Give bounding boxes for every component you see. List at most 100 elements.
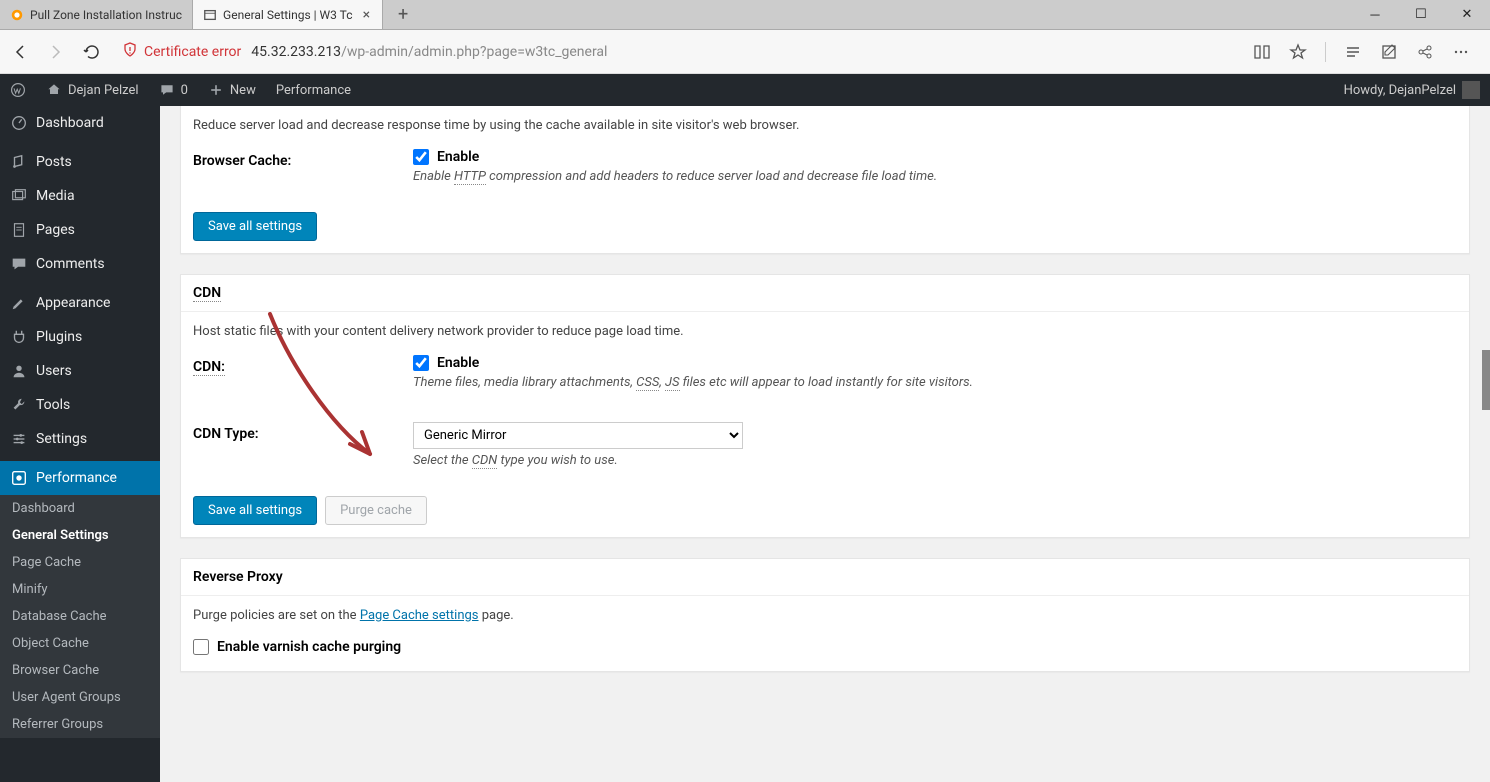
submenu-page-cache[interactable]: Page Cache: [0, 549, 160, 576]
sidebar-item-performance[interactable]: Performance: [0, 461, 160, 495]
purge-cache-button: Purge cache: [325, 496, 427, 525]
certificate-error[interactable]: Certificate error: [122, 42, 241, 62]
submenu-general-settings[interactable]: General Settings: [0, 522, 160, 549]
window-controls: ─ ☐ ✕: [1352, 0, 1490, 29]
varnish-enable[interactable]: Enable varnish cache purging: [193, 639, 1457, 655]
browser-tab-2[interactable]: General Settings | W3 Tc ×: [193, 0, 383, 29]
sidebar-item-plugins[interactable]: Plugins: [0, 320, 160, 354]
url-display[interactable]: 45.32.233.213/wp-admin/admin.php?page=w3…: [251, 44, 1253, 60]
browser-cache-checkbox[interactable]: [413, 149, 429, 165]
hub-icon[interactable]: [1344, 43, 1362, 61]
submenu-browser-cache[interactable]: Browser Cache: [0, 657, 160, 684]
browser-cache-enable[interactable]: Enable: [413, 149, 1457, 165]
submenu-user-agent-groups[interactable]: User Agent Groups: [0, 684, 160, 711]
close-icon[interactable]: ×: [361, 7, 372, 23]
submenu-referrer-groups[interactable]: Referrer Groups: [0, 711, 160, 738]
more-icon[interactable]: [1452, 43, 1470, 61]
submenu-minify[interactable]: Minify: [0, 576, 160, 603]
browser-cache-help: Enable HTTP compression and add headers …: [413, 169, 1457, 184]
sidebar-label: Media: [36, 188, 75, 204]
cdn-type-help: Select the CDN type you wish to use.: [413, 453, 1457, 468]
comments-count[interactable]: 0: [149, 74, 198, 106]
refresh-button[interactable]: [82, 42, 102, 62]
performance-label: Performance: [276, 83, 351, 98]
browser-cache-desc: Reduce server load and decrease response…: [181, 106, 1469, 133]
cdn-type-label: CDN Type:: [181, 406, 401, 484]
submenu-object-cache[interactable]: Object Cache: [0, 630, 160, 657]
sidebar-label: Dashboard: [36, 115, 104, 131]
tab-favicon-icon: [10, 8, 24, 22]
enable-label: Enable: [437, 149, 479, 165]
forward-button[interactable]: [46, 42, 66, 62]
tab-favicon-icon: [203, 8, 217, 22]
user-greeting[interactable]: Howdy, DejanPelzel: [1334, 74, 1490, 106]
submenu-database-cache[interactable]: Database Cache: [0, 603, 160, 630]
cdn-checkbox[interactable]: [413, 355, 429, 371]
scroll-indicator: [1482, 350, 1490, 410]
sidebar-label: Users: [36, 363, 72, 379]
cdn-desc: Host static files with your content deli…: [181, 312, 1469, 339]
site-name[interactable]: Dejan Pelzel: [36, 74, 149, 106]
submenu-dashboard[interactable]: Dashboard: [0, 495, 160, 522]
back-button[interactable]: [10, 42, 30, 62]
sidebar-item-dashboard[interactable]: Dashboard: [0, 106, 160, 140]
sidebar-submenu: Dashboard General Settings Page Cache Mi…: [0, 495, 160, 738]
address-bar: Certificate error 45.32.233.213/wp-admin…: [0, 30, 1490, 74]
browser-cache-label: Browser Cache:: [181, 133, 401, 200]
sidebar-item-users[interactable]: Users: [0, 354, 160, 388]
close-button[interactable]: ✕: [1444, 0, 1490, 30]
tab-title: Pull Zone Installation Instruc: [30, 8, 182, 22]
cdn-enable[interactable]: Enable: [413, 355, 1457, 371]
minimize-button[interactable]: ─: [1352, 0, 1398, 30]
sidebar-item-comments[interactable]: Comments: [0, 247, 160, 281]
sidebar-label: Performance: [36, 470, 117, 486]
reverse-proxy-postbox: Reverse Proxy Purge policies are set on …: [180, 558, 1470, 672]
reverse-proxy-title: Reverse Proxy: [181, 559, 1469, 596]
wp-adminbar: Dejan Pelzel 0 New Performance Howdy, De…: [0, 74, 1490, 106]
reverse-proxy-desc: Purge policies are set on the Page Cache…: [181, 596, 1469, 623]
enable-label: Enable: [437, 355, 479, 371]
maximize-button[interactable]: ☐: [1398, 0, 1444, 30]
sidebar-label: Tools: [36, 397, 70, 413]
avatar-icon: [1462, 81, 1480, 99]
wp-logo[interactable]: [0, 74, 36, 106]
sidebar-item-pages[interactable]: Pages: [0, 213, 160, 247]
howdy-label: Howdy, DejanPelzel: [1344, 83, 1456, 98]
sidebar-item-media[interactable]: Media: [0, 179, 160, 213]
site-name-label: Dejan Pelzel: [68, 83, 139, 98]
url-path: /wp-admin/admin.php?page=w3tc_general: [341, 44, 607, 60]
sidebar-item-posts[interactable]: Posts: [0, 145, 160, 179]
browser-chrome: Pull Zone Installation Instruc General S…: [0, 0, 1490, 30]
sidebar-item-appearance[interactable]: Appearance: [0, 286, 160, 320]
notes-icon[interactable]: [1380, 43, 1398, 61]
cert-error-label: Certificate error: [144, 44, 241, 60]
save-button[interactable]: Save all settings: [193, 212, 317, 241]
sidebar-item-tools[interactable]: Tools: [0, 388, 160, 422]
cdn-help: Theme files, media library attachments, …: [413, 375, 1457, 390]
sidebar-label: Settings: [36, 431, 87, 447]
browser-cache-postbox: Reduce server load and decrease response…: [180, 106, 1470, 254]
new-tab-button[interactable]: +: [383, 0, 423, 29]
url-host: 45.32.233.213: [251, 44, 341, 60]
sidebar-label: Plugins: [36, 329, 82, 345]
tab-title: General Settings | W3 Tc: [223, 8, 355, 22]
wp-sidebar: Dashboard Posts Media Pages Comments App…: [0, 106, 160, 782]
favorite-icon[interactable]: [1289, 43, 1307, 61]
cdn-type-select[interactable]: Generic Mirror: [413, 422, 743, 449]
performance-menu[interactable]: Performance: [266, 74, 361, 106]
sidebar-item-settings[interactable]: Settings: [0, 422, 160, 456]
shield-alert-icon: [122, 42, 138, 62]
new-content[interactable]: New: [198, 74, 266, 106]
reading-list-icon[interactable]: [1253, 43, 1271, 61]
sidebar-label: Posts: [36, 154, 72, 170]
browser-tabs: Pull Zone Installation Instruc General S…: [0, 0, 1352, 29]
varnish-checkbox[interactable]: [193, 639, 209, 655]
page-cache-settings-link[interactable]: Page Cache settings: [360, 608, 479, 623]
comments-label: 0: [181, 83, 188, 98]
sidebar-label: Appearance: [36, 295, 110, 311]
share-icon[interactable]: [1416, 43, 1434, 61]
cdn-title: CDN: [193, 285, 221, 302]
divider: [1325, 42, 1326, 62]
save-button[interactable]: Save all settings: [193, 496, 317, 525]
browser-tab-1[interactable]: Pull Zone Installation Instruc: [0, 0, 193, 29]
